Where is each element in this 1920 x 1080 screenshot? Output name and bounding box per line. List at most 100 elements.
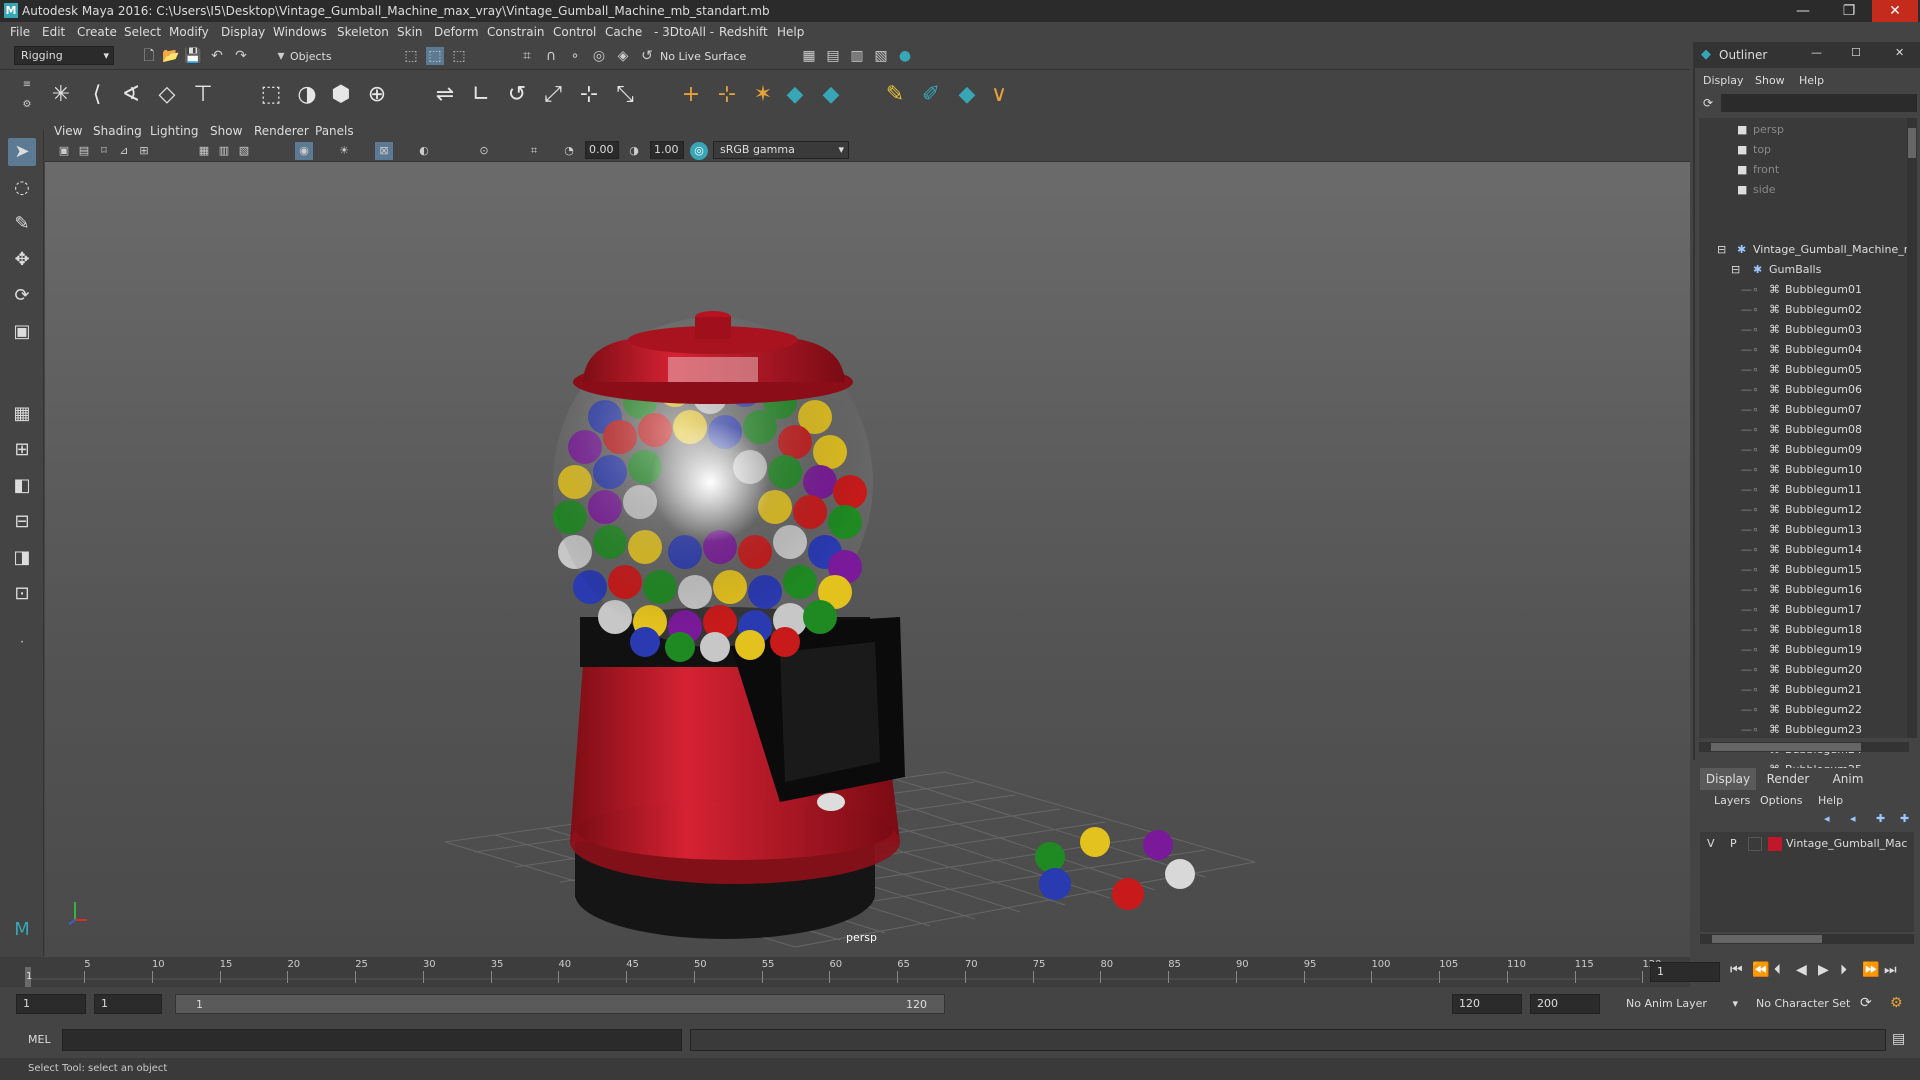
menu-skeleton[interactable]: Skeleton	[337, 25, 389, 39]
insert-joint-icon[interactable]: ◇	[152, 80, 182, 110]
lights-icon[interactable]: ☀	[335, 142, 353, 160]
open-scene-icon[interactable]: 📂	[162, 47, 180, 65]
restore-button[interactable]: ❐	[1826, 0, 1872, 22]
snap-grid-icon[interactable]: ⌗	[518, 47, 536, 65]
lattice-icon[interactable]: ⬢	[326, 80, 356, 110]
outliner-vscroll[interactable]	[1907, 118, 1917, 738]
menu-control[interactable]: Control	[553, 25, 596, 39]
side-by-side-icon[interactable]: ◧	[8, 472, 36, 500]
outliner-item-row[interactable]: —∘ ⌘ Bubblegum03	[1699, 320, 1911, 340]
range-slider[interactable]: 1 120	[175, 994, 945, 1014]
menu-windows[interactable]: Windows	[273, 25, 327, 39]
layer-playback-toggle[interactable]: P	[1730, 837, 1737, 850]
ao-icon[interactable]: ◐	[415, 142, 433, 160]
outliner-item-row[interactable]: —∘ ⌘ Bubblegum16	[1699, 580, 1911, 600]
start-time-field[interactable]: 1	[16, 994, 86, 1014]
scale-tool-icon[interactable]: ▣	[8, 318, 36, 346]
character-set-dropdown[interactable]: No Character Set	[1750, 994, 1870, 1014]
outliner-item-row[interactable]: —∘ ⌘ Bubblegum05	[1699, 360, 1911, 380]
lasso-tool-icon[interactable]: ◌	[8, 174, 36, 202]
layer-hscroll-thumb[interactable]	[1712, 935, 1822, 943]
resolution-gate-icon[interactable]: ⌗	[525, 142, 543, 160]
anim-prefs-icon[interactable]: ⚙	[1890, 995, 1903, 1011]
xray-icon[interactable]: ⊠	[375, 142, 393, 160]
mirror-joint-icon[interactable]: ⊤	[188, 80, 218, 110]
move-tool-icon[interactable]: ✥	[8, 246, 36, 274]
time-slider[interactable]: 1 5 10 15 20 25 30 35 40 45 50 55 60 65 70 75 80 85 90 95 1…	[0, 957, 1720, 987]
paint-select-icon[interactable]: ✎	[8, 210, 36, 238]
outliner-menu-show[interactable]: Show	[1755, 74, 1785, 87]
play-back-icon[interactable]: ◀	[1796, 962, 1807, 978]
cluster-icon[interactable]: ⊕	[362, 80, 392, 110]
selection-mode-icon[interactable]: ▾	[272, 47, 290, 65]
outliner-item-row[interactable]: —∘ ⌘ Bubblegum11	[1699, 480, 1911, 500]
auto-key-icon[interactable]: ⟳	[1860, 995, 1872, 1011]
grid-toggle-icon[interactable]: ⊞	[135, 142, 153, 160]
hik-control-icon[interactable]: ◆	[816, 80, 846, 110]
collapse-icon[interactable]: ⊟	[1717, 243, 1726, 256]
colorspace-dropdown[interactable]: sRGB gamma ▾	[713, 141, 849, 159]
anim-end-field[interactable]: 200	[1530, 994, 1600, 1014]
vp-menu-renderer[interactable]: Renderer	[254, 124, 309, 138]
minimize-button[interactable]: —	[1780, 0, 1826, 22]
render-frame-icon[interactable]: ▦	[800, 47, 818, 65]
gamma-icon[interactable]: ◑	[625, 142, 643, 160]
blendshape-icon[interactable]: ∨	[984, 80, 1014, 110]
outliner-item-row[interactable]: —∘ ⌘ Bubblegum02	[1699, 300, 1911, 320]
playback-end-field[interactable]: 120	[1452, 994, 1522, 1014]
script-editor-icon[interactable]: ▤	[1892, 1031, 1905, 1047]
isolate-icon[interactable]: ⊙	[475, 142, 493, 160]
anim-layer-dropdown[interactable]: No Anim Layer ▾	[1620, 994, 1740, 1014]
more-layouts-icon[interactable]: ·	[8, 628, 36, 656]
locator-icon[interactable]: +	[676, 80, 706, 110]
constraint-parent-icon[interactable]: ⇌	[430, 80, 460, 110]
outliner-search-input[interactable]	[1721, 94, 1917, 112]
smooth-shade-icon[interactable]: ▥	[215, 142, 233, 160]
exposure-field[interactable]: 0.00	[585, 141, 619, 159]
cluster-handle-icon[interactable]: ⊹	[712, 80, 742, 110]
close-button[interactable]: ✕	[1872, 0, 1918, 22]
layer-row[interactable]: V P Vintage_Gumball_Mac	[1700, 834, 1914, 854]
shelf-menu-icon[interactable]: ≡	[18, 76, 36, 94]
paint-brush-icon[interactable]: ✐	[916, 80, 946, 110]
exposure-icon[interactable]: ◔	[560, 142, 578, 160]
constraint-aim-icon[interactable]: ⊹	[574, 80, 604, 110]
vp-menu-shading[interactable]: Shading	[93, 124, 142, 138]
paint-weights-icon[interactable]: ✎	[880, 80, 910, 110]
live-surface-icon[interactable]: ↺	[638, 47, 656, 65]
outliner-camera-row[interactable]: ■ persp	[1699, 120, 1911, 140]
menu-skin[interactable]: Skin	[397, 25, 423, 39]
render-sequence-icon[interactable]: ▤	[824, 47, 842, 65]
select-hierarchy-icon[interactable]: ⬚	[402, 47, 420, 65]
layers-menu-help[interactable]: Help	[1818, 794, 1843, 807]
hypershade-icon[interactable]: ●	[896, 47, 914, 65]
snap-curve-icon[interactable]: ∩	[542, 47, 560, 65]
render-settings-icon[interactable]: ▧	[872, 47, 890, 65]
gamma-field[interactable]: 1.00	[650, 141, 684, 159]
constraint-pole-icon[interactable]: ⤡	[610, 80, 640, 110]
single-view-icon[interactable]: ▦	[8, 400, 36, 428]
shelf-settings-icon[interactable]: ⚙	[18, 96, 36, 114]
mel-label[interactable]: MEL	[28, 1033, 51, 1046]
outliner-camera-row[interactable]: ■ top	[1699, 140, 1911, 160]
step-forward-key-icon[interactable]: ⏩	[1862, 962, 1879, 978]
outliner-vscroll-thumb[interactable]	[1908, 128, 1916, 158]
refresh-icon[interactable]: ⟳	[1703, 96, 1713, 110]
outliner-item-row[interactable]: —∘ ⌘ Bubblegum14	[1699, 540, 1911, 560]
layers-menu-layers[interactable]: Layers	[1714, 794, 1750, 807]
layers-menu-options[interactable]: Options	[1760, 794, 1802, 807]
outliner-menu-display[interactable]: Display	[1703, 74, 1744, 87]
vp-menu-panels[interactable]: Panels	[315, 124, 354, 138]
undo-icon[interactable]: ↶	[208, 47, 226, 65]
color-management-icon[interactable]: ◎	[690, 142, 708, 160]
move-layer-down-icon[interactable]: ◂	[1850, 812, 1856, 825]
go-to-start-icon[interactable]: ⏮	[1730, 962, 1743, 978]
bookmark-icon[interactable]: ⌑	[95, 142, 113, 160]
tab-render[interactable]: Render	[1760, 768, 1816, 790]
layer-hscroll[interactable]	[1700, 934, 1914, 944]
outliner-camera-row[interactable]: ■ front	[1699, 160, 1911, 180]
camera-lock-icon[interactable]: ▤	[75, 142, 93, 160]
menu-cache[interactable]: Cache	[605, 25, 642, 39]
ik-joint-icon[interactable]: ✶	[748, 80, 778, 110]
root-node[interactable]: ⊟ ✱ Vintage_Gumball_Machine_n	[1699, 240, 1911, 260]
